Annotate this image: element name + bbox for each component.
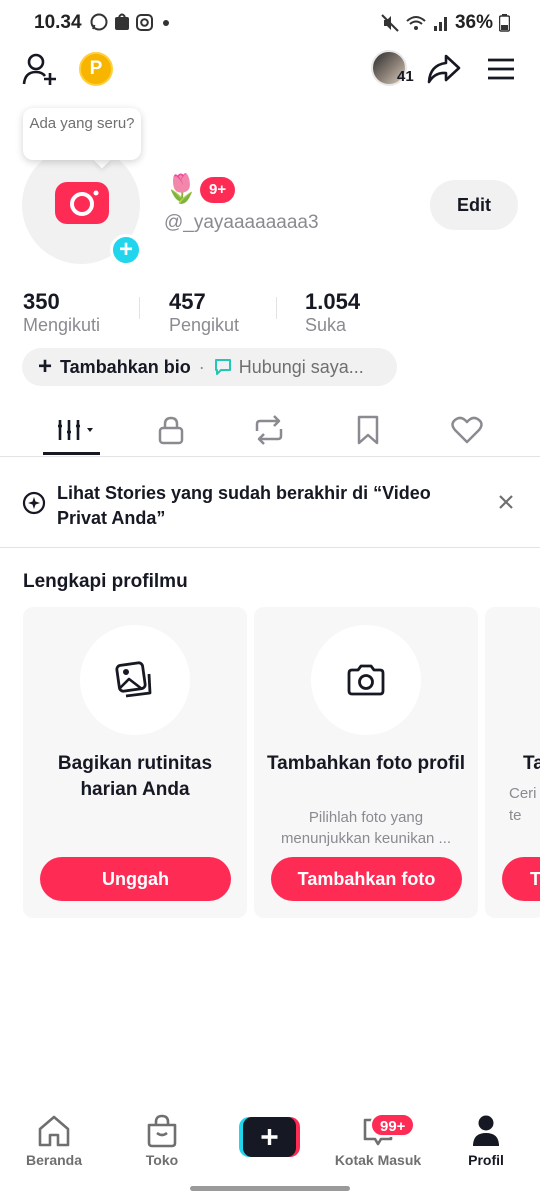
- notification-icons: [90, 13, 173, 31]
- tab-favorites[interactable]: [338, 408, 398, 452]
- nav-home[interactable]: Beranda: [24, 1114, 84, 1168]
- create-icon: [239, 1117, 300, 1157]
- section-title: Lengkapi profilmu: [23, 571, 188, 592]
- status-right: 36%: [381, 12, 510, 34]
- status-time: 10.34: [34, 12, 82, 33]
- active-tab-indicator: [43, 452, 100, 455]
- edit-profile-button[interactable]: Edit: [430, 180, 518, 230]
- following-label[interactable]: Mengikuti: [23, 315, 100, 336]
- share-icon[interactable]: [427, 53, 461, 85]
- stories-banner-text[interactable]: Lihat Stories yang sudah berakhir di “Vi…: [57, 481, 477, 531]
- camera-icon: [347, 664, 385, 696]
- stat-divider: [276, 297, 277, 319]
- tab-reposts[interactable]: [239, 408, 299, 452]
- nav-profile[interactable]: Profil: [459, 1114, 513, 1168]
- card-title: Ta: [523, 753, 540, 774]
- prompt-bubble[interactable]: Ada yang seru?: [23, 108, 141, 160]
- dot-icon: [163, 20, 169, 26]
- card-icon-circle: [311, 625, 421, 735]
- card-description: Ceri te: [509, 785, 537, 824]
- suggestion-card: Ta Ceri te T: [485, 607, 540, 918]
- likes-label[interactable]: Suka: [305, 315, 346, 336]
- followers-label[interactable]: Pengikut: [169, 315, 239, 336]
- card-icon-circle: [80, 625, 190, 735]
- tulip-emoji: 🌷: [164, 173, 199, 204]
- add-bio-label[interactable]: Tambahkan bio: [60, 357, 191, 378]
- shop-notif-icon: [115, 13, 129, 30]
- lock-icon: [158, 416, 184, 445]
- heart-icon: [451, 416, 483, 444]
- tab-videos[interactable]: [41, 408, 101, 452]
- banner-divider: [0, 547, 540, 548]
- battery-icon: [499, 14, 510, 32]
- contact-label[interactable]: Hubungi saya...: [239, 357, 364, 378]
- camera-badge-icon[interactable]: [55, 182, 109, 224]
- bio-pill[interactable]: + Tambahkan bio · Hubungi saya...: [22, 348, 397, 386]
- photos-icon: [115, 661, 152, 698]
- sparkle-add-icon: [22, 491, 46, 515]
- signal-icon: [433, 17, 447, 31]
- stat-divider: [139, 297, 140, 319]
- videos-grid-icon: [58, 420, 93, 440]
- inbox-badge: 99+: [370, 1113, 416, 1137]
- tab-private[interactable]: [141, 408, 201, 452]
- mute-icon: [381, 14, 399, 32]
- card-button[interactable]: T: [502, 857, 540, 901]
- home-icon: [38, 1115, 70, 1147]
- bio-separator: ·: [198, 356, 205, 377]
- chat-bubble-icon: [214, 359, 231, 375]
- add-photo-button[interactable]: Tambahkan foto: [271, 857, 462, 901]
- card-title: Bagikan rutinitas harian Anda: [57, 753, 213, 800]
- menu-icon[interactable]: [487, 57, 515, 81]
- nav-label: Kotak Masuk: [334, 1152, 422, 1168]
- card-description: Pilihlah foto yang menunjukkan keunikan …: [280, 809, 452, 847]
- wifi-icon: [406, 16, 426, 30]
- nav-label: Beranda: [25, 1152, 83, 1168]
- story-count: 41: [397, 68, 414, 85]
- tab-liked[interactable]: [437, 408, 497, 452]
- nav-label: Profil: [468, 1152, 504, 1168]
- suggestion-card: Bagikan rutinitas harian Anda Unggah: [23, 607, 247, 918]
- add-photo-plus-icon[interactable]: +: [110, 234, 142, 266]
- bookmark-icon: [357, 415, 379, 445]
- likes-count[interactable]: 1.054: [305, 289, 360, 315]
- tab-divider: [0, 456, 540, 457]
- nav-label: Toko: [145, 1152, 179, 1168]
- status-bar: 10.34 36%: [0, 0, 540, 44]
- upload-button[interactable]: Unggah: [40, 857, 231, 901]
- suggestion-card: Tambahkan foto profil Pilihlah foto yang…: [254, 607, 478, 918]
- add-friend-icon[interactable]: [22, 52, 58, 86]
- card-title: Tambahkan foto profil: [266, 753, 466, 774]
- nav-shop[interactable]: Toko: [132, 1114, 192, 1168]
- instagram-icon: [136, 13, 153, 31]
- username: @_yayaaaaaaaa3: [164, 212, 319, 233]
- whatsapp-icon: [90, 13, 108, 31]
- create-button[interactable]: [239, 1117, 300, 1157]
- followers-count[interactable]: 457: [169, 289, 206, 315]
- battery-percent: 36%: [454, 12, 493, 33]
- close-icon[interactable]: [498, 494, 514, 510]
- following-count[interactable]: 350: [23, 289, 60, 315]
- plus-icon: +: [38, 353, 53, 380]
- notification-badge[interactable]: 9+: [200, 177, 236, 203]
- repost-icon: [255, 415, 283, 445]
- shop-icon: [147, 1114, 177, 1148]
- coin-button[interactable]: P: [79, 52, 113, 86]
- home-indicator[interactable]: [190, 1186, 350, 1191]
- profile-icon: [473, 1115, 499, 1146]
